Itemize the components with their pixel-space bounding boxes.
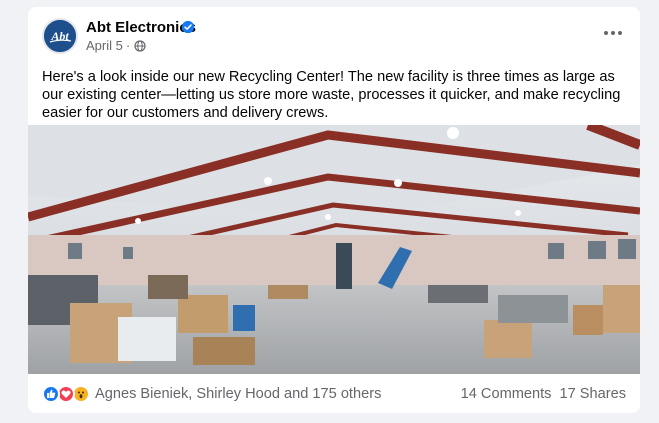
post-date-link[interactable]: April 5	[86, 38, 123, 53]
page-avatar[interactable]: Abt	[42, 18, 78, 54]
like-icon	[42, 385, 60, 403]
meta-separator: ·	[125, 38, 131, 53]
globe-icon[interactable]	[134, 39, 146, 52]
reaction-names-link[interactable]: Agnes Bieniek, Shirley Hood and 175 othe…	[95, 386, 381, 402]
post-header: Abt Abt Electronics April 5 ·	[28, 7, 640, 63]
verified-badge-icon	[181, 20, 195, 34]
page-name-link[interactable]: Abt Electronics	[86, 19, 196, 36]
abt-logo: Abt	[44, 20, 76, 52]
warehouse-photo	[28, 125, 640, 374]
more-options-icon[interactable]	[600, 23, 626, 43]
shares-count-link[interactable]: 17 Shares	[559, 386, 626, 402]
post-meta: April 5 ·	[86, 38, 146, 53]
reactions-summary[interactable]: Agnes Bieniek, Shirley Hood and 175 othe…	[42, 385, 381, 403]
post-text: Here's a look inside our new Recycling C…	[42, 69, 621, 121]
post-photo[interactable]	[28, 125, 640, 374]
engagement-counts: 14 Comments 17 Shares	[461, 386, 626, 402]
post-card: Abt Abt Electronics April 5 · Here's a l…	[28, 7, 640, 413]
comments-count-link[interactable]: 14 Comments	[461, 386, 552, 402]
post-footer: Agnes Bieniek, Shirley Hood and 175 othe…	[28, 374, 640, 413]
